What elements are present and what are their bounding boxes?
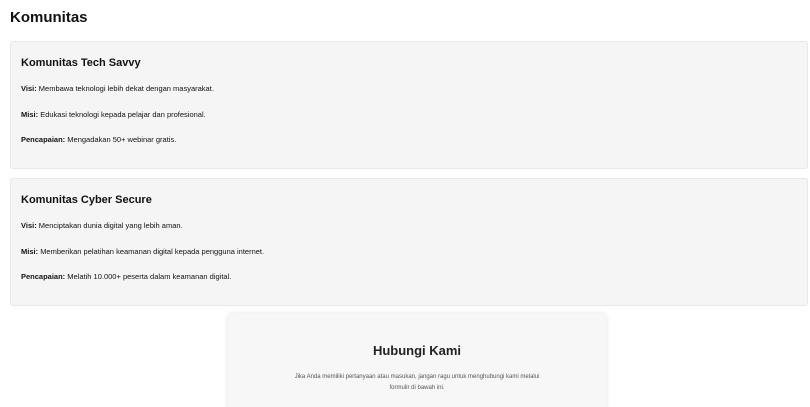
visi-text: Menciptakan dunia digital yang lebih ama… — [38, 221, 183, 230]
misi-label: Misi: — [21, 110, 39, 119]
page-title: Komunitas — [10, 9, 88, 26]
community-name: Komunitas Tech Savvy — [21, 57, 141, 69]
misi-label: Misi: — [21, 247, 39, 256]
misi-text: Memberikan pelatihan keamanan digital ke… — [40, 247, 265, 256]
community-visi: Visi: Menciptakan dunia digital yang leb… — [21, 221, 183, 231]
contact-section: Hubungi Kami Jika Anda memiliki pertanya… — [228, 314, 606, 407]
community-pencapaian: Pencapaian: Melatih 10.000+ peserta dala… — [21, 272, 231, 282]
misi-text: Edukasi teknologi kepada pelajar dan pro… — [40, 110, 206, 119]
contact-description: Jika Anda memiliki pertanyaan atau masuk… — [228, 372, 606, 394]
visi-label: Visi: — [21, 84, 37, 93]
community-pencapaian: Pencapaian: Mengadakan 50+ webinar grati… — [21, 135, 176, 145]
contact-description-line-2: formulir di bawah ini. — [389, 385, 445, 391]
community-misi: Misi: Edukasi teknologi kepada pelajar d… — [21, 110, 206, 120]
contact-title: Hubungi Kami — [372, 343, 462, 358]
pencapaian-label: Pencapaian: — [21, 135, 66, 144]
page: Komunitas Komunitas Tech Savvy Visi: Mem… — [0, 0, 810, 407]
community-card-cyber-secure: Komunitas Cyber Secure Visi: Menciptakan… — [10, 178, 808, 306]
pencapaian-text: Mengadakan 50+ webinar gratis. — [67, 135, 177, 144]
community-name: Komunitas Cyber Secure — [21, 194, 152, 206]
visi-text: Membawa teknologi lebih dekat dengan mas… — [38, 84, 214, 93]
visi-label: Visi: — [21, 221, 37, 230]
community-card-tech-savvy: Komunitas Tech Savvy Visi: Membawa tekno… — [10, 41, 808, 169]
contact-description-line-1: Jika Anda memiliki pertanyaan atau masuk… — [294, 374, 540, 380]
community-misi: Misi: Memberikan pelatihan keamanan digi… — [21, 247, 264, 257]
pencapaian-text: Melatih 10.000+ peserta dalam keamanan d… — [67, 272, 232, 281]
pencapaian-label: Pencapaian: — [21, 272, 66, 281]
community-visi: Visi: Membawa teknologi lebih dekat deng… — [21, 84, 214, 94]
